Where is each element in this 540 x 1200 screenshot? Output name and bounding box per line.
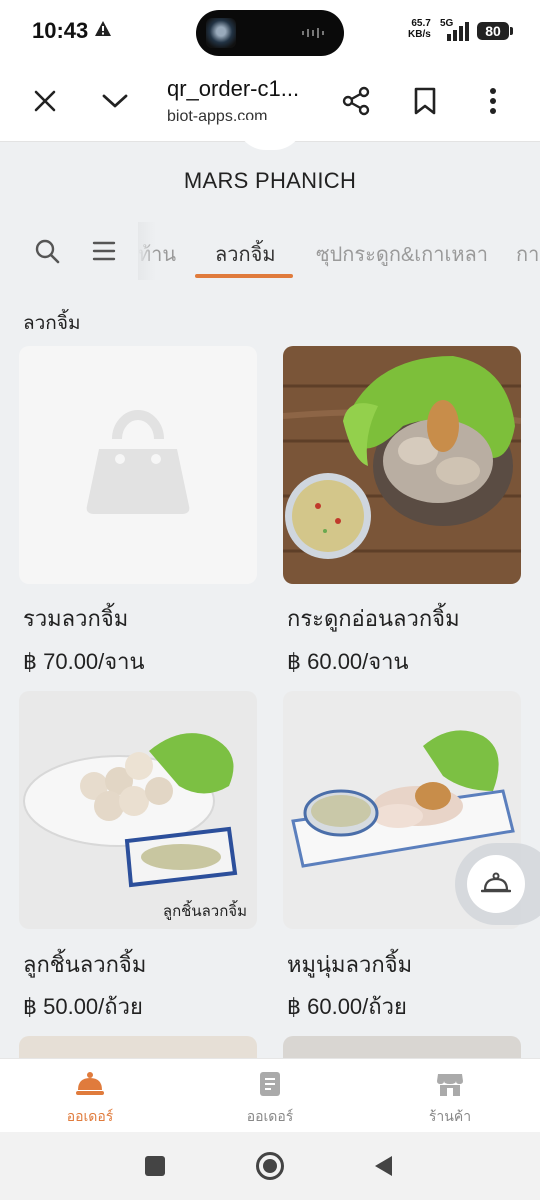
tab-scroll-fade xyxy=(138,222,156,280)
more-options-icon[interactable] xyxy=(476,84,510,118)
tab-strip: ท้าน ลวกจิ้ม ซุปกระดูก&เกาเหลา กาะ xyxy=(138,222,540,280)
product-image[interactable] xyxy=(283,346,521,584)
nav-order[interactable]: ออเดอร์ xyxy=(30,1071,150,1128)
status-bar: 10:43 65.7 KB/s 5G 80 xyxy=(0,0,540,62)
product-name[interactable]: หมูนุ่มลวกจิ้ม xyxy=(287,947,412,982)
page-title: qr_order-c1... xyxy=(167,76,300,101)
tab-next[interactable]: กาะ xyxy=(516,238,540,270)
dynamic-island xyxy=(196,10,344,56)
category-tabs: ท้าน ลวกจิ้ม ซุปกระดูก&เกาเหลา กาะ xyxy=(0,222,540,280)
section-title: ลวกจิ้ม xyxy=(23,313,81,334)
bottom-navigation: ออเดอร์ ออเดอร์ ร้านค้า xyxy=(0,1058,540,1132)
battery-indicator: 80 xyxy=(477,22,513,40)
image-caption: ลูกชิ้นลวกจิ้ม xyxy=(162,903,247,920)
warning-icon xyxy=(95,21,111,36)
nav-order-history[interactable]: ออเดอร์ xyxy=(210,1071,330,1128)
bag-icon xyxy=(86,410,190,514)
status-time: 10:43 xyxy=(32,18,89,43)
tab-bone-soup[interactable]: ซุปกระดูก&เกาเหลา xyxy=(316,238,488,270)
product-price: ฿ 60.00/จาน xyxy=(287,649,409,674)
system-navigation-bar xyxy=(0,1132,540,1200)
store-name: MARS PHANICH xyxy=(183,168,357,193)
nav-label: ร้านค้า xyxy=(428,1108,472,1124)
menu-icon[interactable] xyxy=(92,240,116,262)
active-tab-indicator xyxy=(195,274,293,278)
store-icon xyxy=(437,1074,463,1096)
cloche-icon xyxy=(76,1072,104,1095)
nav-label: ออเดอร์ xyxy=(66,1108,114,1124)
store-logo xyxy=(236,120,304,150)
recents-button[interactable] xyxy=(145,1156,165,1176)
network-speed-unit: KB/s xyxy=(408,29,431,40)
product-name[interactable]: กระดูกอ่อนลวกจิ้ม xyxy=(287,601,460,636)
product-price: ฿ 60.00/ถ้วย xyxy=(287,994,407,1019)
product-price: ฿ 50.00/ถ้วย xyxy=(23,994,143,1019)
nav-store[interactable]: ร้านค้า xyxy=(390,1071,510,1128)
bookmark-icon[interactable] xyxy=(408,84,442,118)
media-thumbnail xyxy=(206,18,236,48)
audio-wave-icon xyxy=(302,28,324,38)
service-bell-icon xyxy=(467,855,525,913)
nav-label: ออเดอร์ xyxy=(246,1108,294,1124)
meatball-dish-illustration xyxy=(19,691,257,929)
back-button[interactable] xyxy=(372,1154,394,1178)
tab-luak-jim[interactable]: ลวกจิ้ม xyxy=(215,238,276,270)
chevron-down-icon[interactable] xyxy=(98,84,132,118)
home-button[interactable] xyxy=(256,1152,284,1180)
product-name[interactable]: รวมลวกจิ้ม xyxy=(23,601,128,636)
cartilage-dish-illustration xyxy=(283,346,521,584)
search-icon[interactable] xyxy=(34,238,60,264)
product-price: ฿ 70.00/จาน xyxy=(23,649,145,674)
product-image-placeholder[interactable] xyxy=(19,346,257,584)
call-staff-button[interactable] xyxy=(455,843,540,925)
product-image[interactable]: ลูกชิ้นลวกจิ้ม xyxy=(19,691,257,929)
receipt-icon xyxy=(260,1072,280,1096)
product-name[interactable]: ลูกชิ้นลวกจิ้ม xyxy=(23,947,146,982)
share-icon[interactable] xyxy=(339,84,373,118)
network-speed: 65.7 KB/s xyxy=(408,18,431,40)
network-speed-value: 65.7 xyxy=(411,18,431,29)
close-icon[interactable] xyxy=(28,84,62,118)
signal-icon xyxy=(447,22,469,41)
